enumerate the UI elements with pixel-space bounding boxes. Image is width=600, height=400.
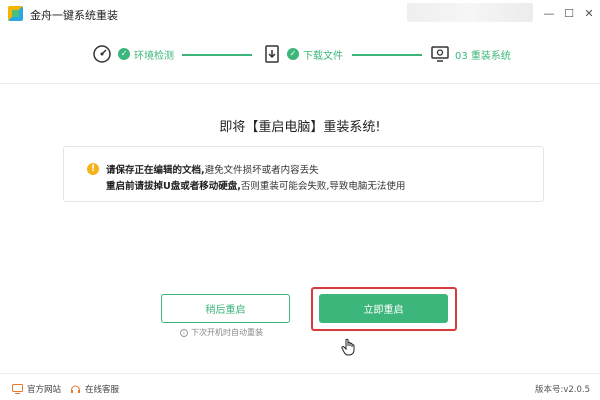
headset-icon [71,385,80,393]
app-title: 金舟一键系统重装 [30,9,118,22]
restart-later-hint: i 下次开机时自动重装 [180,327,263,338]
download-file-icon [265,45,279,63]
app-logo-icon [8,6,23,21]
step-connector [182,54,252,56]
notice-line-save-docs: 请保存正在编辑的文档,避免文件损坏或者内容丢失 [106,165,319,176]
title-bar: 金舟一键系统重装 — ☐ ✕ [0,0,600,28]
footer-bar: 官方网站 在线客服 版本号:v2.0.5 [0,373,600,400]
maximize-button[interactable]: ☐ [560,4,578,22]
page-title: 即将【重启电脑】重装系统! [219,120,381,135]
blurred-user-area [407,3,533,22]
restart-now-button[interactable]: 立即重启 [319,294,448,323]
step-label-env-check: 环境检测 [134,51,174,62]
info-icon: i [180,329,188,337]
step-connector [352,54,422,56]
hand-cursor-icon [341,338,355,356]
step-label-reinstall: 03 重装系统 [455,51,511,62]
step-done-check-icon: ✓ [287,48,299,60]
monitor-gear-icon [431,46,449,62]
speedometer-icon [93,45,111,63]
progress-steps: ✓ 环境检测 ✓ 下载文件 03 重装系统 [0,28,600,84]
online-support-link[interactable]: 在线客服 [70,383,119,395]
version-label: 版本号:v2.0.5 [534,385,590,395]
step-label-download: 下载文件 [303,51,343,62]
monitor-icon [12,384,23,394]
warning-icon: ! [87,163,99,175]
minimize-button[interactable]: — [540,4,558,22]
notice-line-remove-usb: 重启前请拔掉U盘或者移动硬盘,否则重装可能会失败,导致电脑无法使用 [106,181,406,192]
close-button[interactable]: ✕ [580,4,598,22]
official-website-link[interactable]: 官方网站 [12,383,61,395]
warning-notice: ! 请保存正在编辑的文档,避免文件损坏或者内容丢失 重启前请拔掉U盘或者移动硬盘… [63,146,544,202]
restart-later-button[interactable]: 稍后重启 [161,294,290,323]
step-done-check-icon: ✓ [118,48,130,60]
